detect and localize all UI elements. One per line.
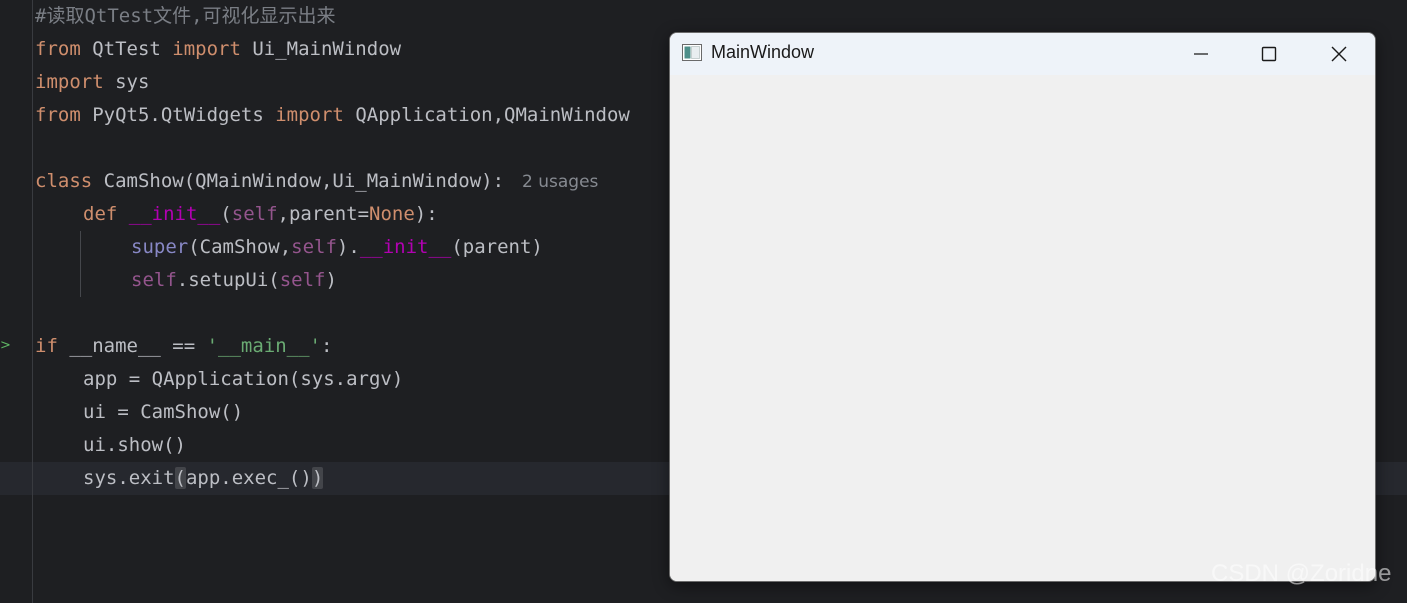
minimize-button[interactable] xyxy=(1166,33,1236,75)
self-keyword: self xyxy=(131,269,177,291)
code-line-14[interactable]: ui.show() xyxy=(83,429,186,462)
minimize-icon xyxy=(1194,53,1208,55)
colon: : xyxy=(321,335,333,357)
keyword: def xyxy=(83,203,118,225)
code-line-9[interactable]: self.setupUi(self) xyxy=(131,264,337,297)
module-name: QtTest xyxy=(80,38,173,60)
self-keyword: self xyxy=(231,203,278,225)
window-title: MainWindow xyxy=(711,42,815,62)
keyword: import xyxy=(35,71,104,93)
watermark: CSDN @Zoridne xyxy=(1211,560,1392,587)
string-literal: '__main__' xyxy=(206,335,321,357)
self-keyword: self xyxy=(291,236,337,258)
maximize-icon xyxy=(1261,46,1277,62)
keyword: if xyxy=(35,335,58,357)
window-client-area xyxy=(670,75,1375,581)
keyword: class xyxy=(35,170,93,192)
import-name: Ui_MainWindow xyxy=(240,38,402,60)
condition: __name__ == xyxy=(57,335,207,357)
punct: ). xyxy=(336,236,360,258)
qt-main-window[interactable]: MainWindow xyxy=(669,32,1376,582)
code-line-7[interactable]: def __init__(self,parent=None): xyxy=(83,198,438,231)
maximize-button[interactable] xyxy=(1234,33,1304,75)
close-button[interactable] xyxy=(1304,33,1374,75)
window-titlebar[interactable]: MainWindow xyxy=(670,33,1375,75)
run-gutter-icon[interactable]: > xyxy=(0,338,11,353)
gutter-divider xyxy=(32,0,33,603)
paren: ( xyxy=(220,203,232,225)
none-keyword: None xyxy=(369,203,415,225)
self-keyword: self xyxy=(279,269,326,291)
params: ,parent= xyxy=(277,203,370,225)
code-line-4[interactable]: from PyQt5.QtWidgets import QApplication… xyxy=(35,99,630,132)
paren: ): xyxy=(414,203,438,225)
code-line-3[interactable]: import sys xyxy=(35,66,149,99)
statement: ui = CamShow() xyxy=(83,401,244,423)
builtin-super: super xyxy=(131,236,189,258)
statement: app = QApplication(sys.argv) xyxy=(83,368,404,390)
paren: ) xyxy=(325,269,337,291)
code-line-1[interactable]: #读取QtTest文件,可视化显示出来 xyxy=(35,0,336,33)
matched-paren: ) xyxy=(311,467,324,489)
keyword: from xyxy=(35,104,81,126)
module-name: PyQt5.QtWidgets xyxy=(80,104,276,126)
magic-method: __init__ xyxy=(359,236,452,258)
statement: app.exec_() xyxy=(185,467,312,489)
statement: ui.show() xyxy=(83,434,186,456)
indent-guide xyxy=(80,231,81,297)
method-call: .setupUi( xyxy=(176,269,280,291)
keyword: import xyxy=(172,38,241,60)
class-bases: (QMainWindow,Ui_MainWindow): xyxy=(183,170,505,192)
args: (CamShow, xyxy=(188,236,292,258)
usages-hint[interactable]: 2 usages xyxy=(522,172,598,192)
code-line-15[interactable]: sys.exit(app.exec_()) xyxy=(83,462,324,495)
close-icon xyxy=(1331,46,1347,62)
args: (parent) xyxy=(451,236,543,258)
comment: #读取QtTest文件,可视化显示出来 xyxy=(35,5,336,27)
matched-paren: ( xyxy=(174,467,186,489)
code-line-13[interactable]: ui = CamShow() xyxy=(83,396,243,429)
class-name: CamShow xyxy=(92,170,184,192)
code-line-12[interactable]: app = QApplication(sys.argv) xyxy=(83,363,403,396)
code-line-2[interactable]: from QtTest import Ui_MainWindow xyxy=(35,33,401,66)
keyword: from xyxy=(35,38,81,60)
import-name: QApplication,QMainWindow xyxy=(343,104,630,126)
code-line-8[interactable]: super(CamShow,self).__init__(parent) xyxy=(131,231,543,264)
keyword: import xyxy=(275,104,344,126)
magic-method: __init__ xyxy=(128,203,221,225)
code-line-11[interactable]: if __name__ == '__main__': xyxy=(35,330,332,363)
window-app-icon xyxy=(682,44,702,61)
code-line-6[interactable]: class CamShow(QMainWindow,Ui_MainWindow)… xyxy=(35,165,598,198)
import-name: sys xyxy=(103,71,150,93)
statement: sys.exit xyxy=(83,467,175,489)
